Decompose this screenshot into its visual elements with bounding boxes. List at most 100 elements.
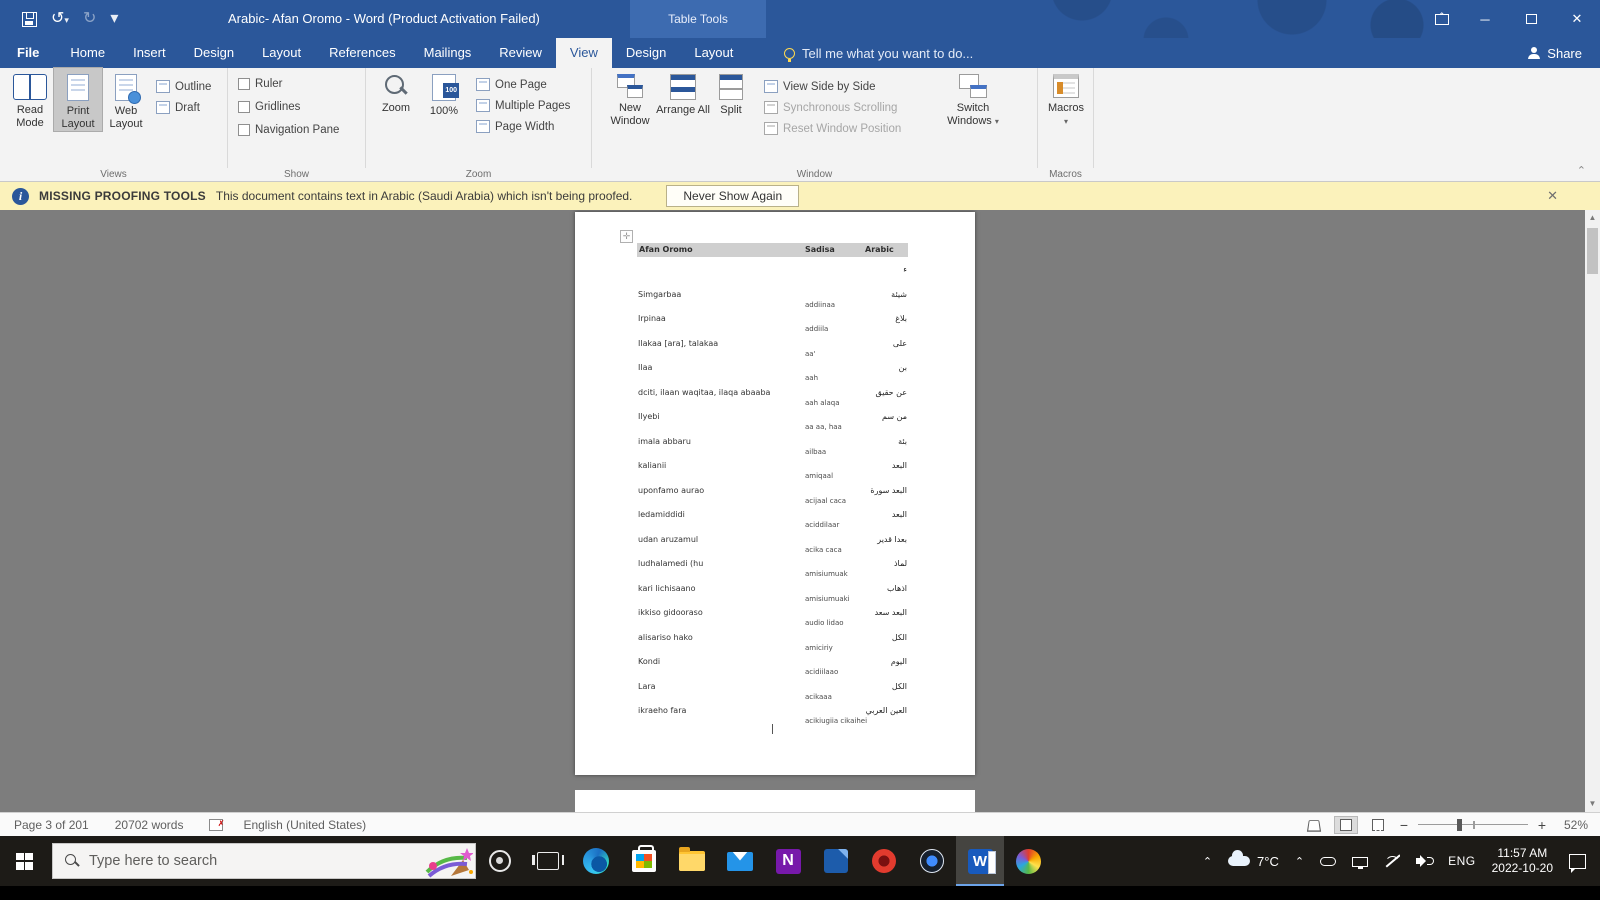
table-row[interactable]: dciti, ilaan waqitaa, ilaqa abaaba aah a… [637, 386, 908, 411]
ribbon-tab[interactable]: Layout [680, 38, 747, 68]
page-width-button[interactable]: Page Width [476, 120, 570, 133]
zoom-out-button[interactable]: − [1398, 817, 1410, 833]
minimize-button[interactable]: ─ [1462, 0, 1508, 38]
ribbon-tab[interactable]: Design [180, 38, 248, 68]
zoom-percentage[interactable]: 52% [1556, 818, 1588, 832]
gridlines-checkbox[interactable]: Gridlines [238, 101, 365, 113]
weather-widget[interactable]: 7°C [1228, 850, 1279, 869]
zoom-100-button[interactable]: 100% [420, 68, 468, 118]
table-row[interactable]: uponfamo aurao acijaal caca البعد سورة [637, 484, 908, 509]
never-show-again-button[interactable]: Never Show Again [666, 185, 800, 207]
onenote-button[interactable]: N [764, 836, 812, 886]
proofing-errors-icon[interactable] [209, 818, 224, 831]
tell-me-box[interactable]: Tell me what you want to do... [784, 46, 973, 62]
volume-icon[interactable] [1416, 854, 1435, 868]
customize-qat-icon[interactable]: ▾ [110, 11, 118, 27]
task-view-button[interactable] [524, 836, 572, 886]
ribbon-tab[interactable]: Insert [119, 38, 180, 68]
web-layout-view-button[interactable] [1366, 816, 1390, 834]
table-row[interactable]: ikkiso gidooraso audio lidao البعد سعد [637, 606, 908, 631]
start-button[interactable] [0, 836, 48, 886]
zoom-in-button[interactable]: + [1536, 817, 1548, 833]
table-row[interactable]: Ilakaa [ara], talakaa aa' على [637, 337, 908, 362]
zoom-button[interactable]: Zoom [372, 68, 420, 115]
collapse-ribbon-icon[interactable]: ⌃ [1577, 164, 1586, 177]
table-row[interactable]: imala abbaru ailbaa بئة [637, 435, 908, 460]
ribbon-tab[interactable]: Home [56, 38, 119, 68]
onedrive-icon[interactable] [1320, 854, 1337, 868]
ribbon-tab[interactable]: Layout [248, 38, 315, 68]
wifi-off-icon[interactable] [1384, 854, 1400, 868]
document-page[interactable]: ✛ Afan Oromo Sadisa Arabic ء Simgarbaa a… [575, 212, 975, 775]
maximize-button[interactable] [1508, 0, 1554, 38]
camera-button[interactable] [908, 836, 956, 886]
table-row[interactable]: kalianii amiqaal البعد [637, 459, 908, 484]
microsoft-store-button[interactable] [620, 836, 668, 886]
table-move-handle[interactable]: ✛ [620, 230, 633, 243]
page-indicator[interactable]: Page 3 of 201 [14, 818, 89, 832]
print-layout-button[interactable]: Print Layout [53, 67, 103, 132]
macros-button[interactable]: Macros ▾ [1042, 68, 1090, 128]
switch-windows-button[interactable]: Switch Windows ▾ [942, 68, 1004, 128]
scrollbar-thumb[interactable] [1587, 228, 1598, 274]
ethernet-icon[interactable] [1352, 857, 1369, 869]
table-row[interactable]: Simgarbaa addiinaa شيئة [637, 288, 908, 313]
file-explorer-button[interactable] [668, 836, 716, 886]
table-row[interactable]: Lara acikaaa الكل [637, 680, 908, 705]
recorder-button[interactable] [860, 836, 908, 886]
hidden-icons-chevron[interactable]: ⌃ [1203, 855, 1212, 868]
paint3d-button[interactable] [1004, 836, 1052, 886]
multiple-pages-button[interactable]: Multiple Pages [476, 99, 570, 112]
table-row[interactable]: Kondi acidiilaao اليوم [637, 655, 908, 680]
ribbon-tab[interactable]: Review [485, 38, 556, 68]
taskbar-search-box[interactable] [52, 843, 476, 879]
outline-button[interactable]: Outline [156, 80, 211, 93]
language-indicator[interactable]: English (United States) [243, 818, 366, 832]
mail-button[interactable] [716, 836, 764, 886]
close-message-icon[interactable]: ✕ [1547, 188, 1558, 204]
new-window-button[interactable]: New Window [604, 68, 656, 128]
split-button[interactable]: Split [710, 68, 752, 117]
navigation-pane-checkbox[interactable]: Navigation Pane [238, 124, 365, 136]
cortana-button[interactable] [476, 836, 524, 886]
web-layout-button[interactable]: Web Layout [102, 68, 150, 131]
edge-button[interactable] [572, 836, 620, 886]
table-row[interactable]: Irpinaa addiila بلاغ [637, 312, 908, 337]
table-row[interactable]: Ilyebi aa aa, haa من سم [637, 410, 908, 435]
snip-sketch-button[interactable] [812, 836, 860, 886]
action-center-icon[interactable] [1569, 853, 1586, 873]
view-side-by-side-button[interactable]: View Side by Side [764, 80, 942, 93]
close-button[interactable]: ✕ [1554, 0, 1600, 38]
draft-button[interactable]: Draft [156, 101, 211, 114]
word-taskbar-button[interactable]: W [956, 836, 1004, 886]
ribbon-display-options-icon[interactable] [1422, 0, 1462, 38]
table-row[interactable]: Ilaa aah بن [637, 361, 908, 386]
clock[interactable]: 11:57 AM 2022-10-20 [1492, 846, 1553, 876]
search-input[interactable] [89, 853, 369, 869]
input-language[interactable]: ENG [1448, 854, 1476, 868]
share-button[interactable]: Share [1510, 38, 1600, 68]
scroll-down-icon[interactable]: ▼ [1585, 796, 1600, 812]
table-row[interactable]: alisariso hako amiciriy الكل [637, 631, 908, 656]
table-row[interactable]: ء [637, 263, 908, 288]
ruler-checkbox[interactable]: Ruler [238, 78, 365, 90]
read-mode-button[interactable]: Read Mode [6, 68, 54, 130]
print-layout-view-button[interactable] [1334, 815, 1358, 834]
zoom-slider-thumb[interactable] [1456, 818, 1462, 831]
zoom-slider[interactable] [1418, 818, 1528, 832]
vertical-scrollbar[interactable]: ▲ ▼ [1585, 210, 1600, 812]
redo-icon[interactable]: ↻ [83, 11, 96, 27]
table-row[interactable]: ledamiddidi aciddilaar البعد [637, 508, 908, 533]
table-row[interactable]: kari lichisaano amisiumuaki اذهاب [637, 582, 908, 607]
read-mode-view-button[interactable] [1302, 816, 1326, 834]
ribbon-tab[interactable]: Mailings [410, 38, 486, 68]
ribbon-tab[interactable]: References [315, 38, 409, 68]
undo-icon[interactable]: ↺▾ [51, 10, 69, 28]
word-count[interactable]: 20702 words [115, 818, 184, 832]
arrange-all-button[interactable]: Arrange All [656, 68, 710, 117]
save-icon[interactable] [22, 11, 37, 27]
one-page-button[interactable]: One Page [476, 78, 570, 91]
search-highlight-party-icon[interactable] [423, 846, 473, 878]
ribbon-tab[interactable]: Design [612, 38, 680, 68]
table-row[interactable]: ludhalamedi (hu amisiumuak لماذ [637, 557, 908, 582]
